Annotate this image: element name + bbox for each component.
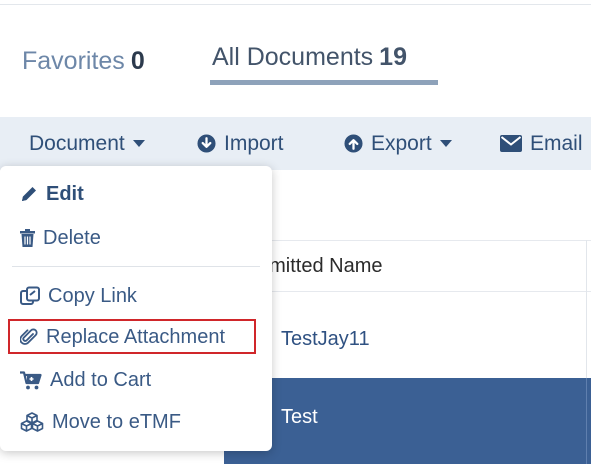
caret-down-icon xyxy=(439,139,452,147)
copy-link-icon xyxy=(20,286,40,305)
column-separator xyxy=(586,378,587,464)
tab-all-documents[interactable]: All Documents 19 xyxy=(212,40,407,74)
menu-item-label: Edit xyxy=(46,182,84,205)
email-label: Email xyxy=(530,131,583,155)
menu-item-add-to-cart[interactable]: Add to Cart xyxy=(20,365,151,395)
cart-icon xyxy=(20,370,42,389)
trash-icon xyxy=(20,229,35,247)
envelope-icon xyxy=(500,135,522,152)
export-label: Export xyxy=(371,131,432,155)
menu-item-move-to-etmf[interactable]: Move to eTMF xyxy=(20,407,181,437)
tab-favorites[interactable]: Favorites 0 xyxy=(22,44,145,78)
menu-item-label: Add to Cart xyxy=(50,368,152,391)
menu-item-label: Delete xyxy=(43,226,101,249)
table-row-name[interactable]: Test xyxy=(281,406,318,429)
tab-favorites-label: Favorites xyxy=(22,47,125,75)
import-circle-down-icon xyxy=(197,134,216,153)
tab-all-documents-count: 19 xyxy=(379,43,407,71)
caret-down-icon xyxy=(132,139,145,147)
menu-item-edit[interactable]: Edit xyxy=(20,179,84,209)
export-menu-button[interactable]: Export xyxy=(344,117,452,170)
pencil-icon xyxy=(22,187,36,201)
import-label: Import xyxy=(224,131,284,155)
table-row-name[interactable]: TestJay11 xyxy=(281,328,370,351)
document-menu-button[interactable]: Document xyxy=(29,117,145,170)
highlight-outline xyxy=(8,319,256,354)
table-row-selected[interactable] xyxy=(224,378,591,464)
tab-favorites-count: 0 xyxy=(130,47,145,75)
toolbar: Document Import Export Email xyxy=(0,117,591,170)
import-button[interactable]: Import xyxy=(197,117,284,170)
menu-item-delete[interactable]: Delete xyxy=(20,223,101,253)
export-circle-up-icon xyxy=(344,134,363,153)
menu-item-label: Move to eTMF xyxy=(52,410,181,433)
column-header-submitted-name[interactable]: bmitted Name xyxy=(258,255,383,278)
menu-item-label: Copy Link xyxy=(48,284,137,307)
menu-divider xyxy=(12,266,260,267)
active-tab-underline xyxy=(210,80,438,85)
menu-item-copy-link[interactable]: Copy Link xyxy=(20,281,137,311)
email-button[interactable]: Email xyxy=(500,117,583,170)
top-divider xyxy=(0,0,591,5)
cubes-icon xyxy=(20,412,44,432)
tab-all-documents-label: All Documents xyxy=(212,43,374,71)
document-label: Document xyxy=(29,131,125,155)
